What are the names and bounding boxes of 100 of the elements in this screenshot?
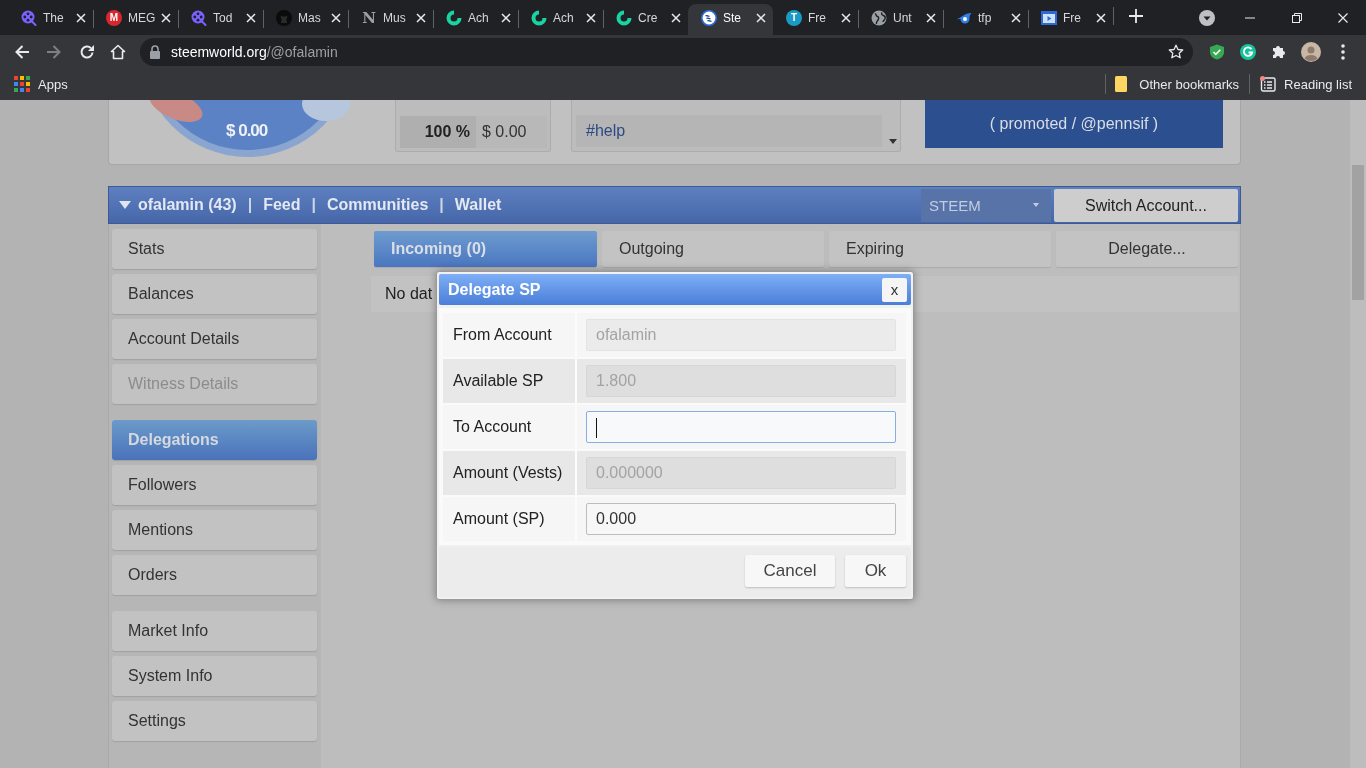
scrollbar-thumb[interactable] — [1352, 165, 1364, 300]
star-icon[interactable] — [1168, 43, 1184, 60]
input-field[interactable]: 0.000 — [586, 503, 896, 535]
cancel-button[interactable]: Cancel — [745, 555, 835, 587]
circle-caret-icon[interactable] — [1199, 9, 1215, 26]
close-icon[interactable] — [161, 12, 172, 23]
back-icon[interactable] — [14, 43, 30, 60]
field-label: To Account — [453, 418, 532, 436]
sidebar-item[interactable]: Balances — [112, 274, 317, 314]
browser-tab[interactable]: The — [8, 4, 93, 35]
close-icon[interactable] — [756, 12, 766, 23]
video-player-icon — [1041, 9, 1057, 26]
caret-down-icon — [1033, 203, 1039, 207]
swirl-logo-icon — [616, 9, 632, 26]
minimize-icon[interactable] — [1245, 16, 1255, 19]
field-label: Amount (Vests) — [453, 464, 563, 482]
field-label: Available SP — [453, 372, 544, 390]
vote-value-text: $ 0.00 — [226, 121, 268, 141]
browser-tab[interactable]: Ste — [688, 4, 773, 35]
caret-down-icon[interactable] — [119, 201, 131, 209]
logo-badge: M — [106, 9, 122, 26]
switch-account-button[interactable]: Switch Account... — [1054, 188, 1238, 222]
sidebar-item[interactable]: Mentions — [112, 510, 317, 550]
nav-separator: | — [247, 196, 253, 214]
browser-tab[interactable]: Tod — [178, 4, 263, 35]
delegation-tab[interactable]: Outgoing — [602, 231, 824, 267]
close-icon[interactable] — [331, 12, 341, 23]
close-icon[interactable] — [926, 12, 936, 23]
reading-list-button[interactable]: Reading list — [1260, 76, 1352, 92]
close-icon[interactable] — [1011, 12, 1021, 23]
close-button[interactable]: x — [882, 277, 907, 302]
close-icon[interactable] — [416, 12, 426, 23]
browser-tab[interactable]: N Mus — [348, 4, 433, 35]
percent-cell: 100 % — [400, 116, 476, 148]
browser-tab[interactable]: Ach — [433, 4, 518, 35]
address-bar[interactable]: steemworld.org/@ofalamin — [140, 37, 1193, 66]
restore-icon[interactable] — [1292, 12, 1302, 23]
grid-icon — [14, 76, 30, 92]
globe-icon — [871, 9, 887, 26]
close-icon[interactable] — [501, 12, 511, 23]
sidebar-item[interactable]: Account Details — [112, 319, 317, 359]
browser-tab[interactable]: Fre — [1028, 4, 1113, 35]
close-icon[interactable] — [586, 12, 596, 23]
logo-badge: T — [786, 9, 802, 26]
dialog-title: Delegate SP — [448, 280, 541, 299]
film-reel-icon — [21, 9, 37, 26]
delegate-button[interactable]: Delegate... — [1056, 231, 1238, 267]
account-link[interactable]: ofalamin (43) — [138, 196, 237, 214]
close-icon[interactable] — [1338, 12, 1348, 23]
close-icon[interactable] — [1096, 12, 1106, 23]
swirl-logo-icon — [446, 9, 462, 26]
browser-tab[interactable]: T Fre — [773, 4, 858, 35]
field-label: From Account — [453, 326, 552, 344]
reading-list-icon — [1260, 76, 1277, 92]
round-logo-icon — [276, 9, 292, 26]
wave-logo-icon — [701, 9, 717, 26]
browser-tab[interactable]: Ach — [518, 4, 603, 35]
sidebar-item[interactable]: Orders — [112, 555, 317, 595]
sidebar-item[interactable]: System Info — [112, 656, 317, 696]
nav-separator: | — [439, 196, 444, 214]
sidebar-item[interactable]: Stats — [112, 229, 317, 269]
amount-cell: $ 0.00 — [476, 116, 547, 148]
reload-icon[interactable] — [79, 43, 95, 60]
no-data-text: No dat — [385, 285, 433, 302]
nav-link[interactable]: Feed — [263, 196, 301, 214]
swirl-logo-icon — [531, 9, 547, 26]
bookmark-folder[interactable]: Other bookmarks — [1115, 76, 1240, 92]
circle-logo-icon[interactable] — [1240, 43, 1256, 60]
close-icon[interactable] — [246, 12, 256, 23]
ok-button[interactable]: Ok — [845, 555, 906, 587]
browser-tab[interactable]: M MEG — [93, 4, 178, 35]
browser-tab[interactable]: Cre — [603, 4, 688, 35]
plus-icon[interactable] — [1129, 9, 1143, 23]
lock-icon — [149, 44, 161, 59]
sidebar-item[interactable]: Market Info — [112, 611, 317, 651]
browser-tab[interactable]: Mas — [263, 4, 348, 35]
close-icon[interactable] — [671, 12, 681, 23]
puzzle-icon[interactable] — [1271, 43, 1287, 60]
input-field[interactable] — [586, 411, 896, 443]
shield-check-icon[interactable] — [1209, 43, 1225, 60]
promo-banner[interactable]: ( promoted / @pennsif ) — [925, 100, 1223, 148]
tag-field[interactable]: #help — [576, 115, 882, 147]
delegation-tab[interactable]: Expiring — [829, 231, 1051, 267]
caret-down-icon[interactable] — [889, 139, 897, 144]
close-icon[interactable] — [76, 12, 86, 23]
nav-separator: | — [311, 196, 316, 214]
field-label: Amount (SP) — [453, 510, 545, 528]
sidebar-item[interactable]: Settings — [112, 701, 317, 741]
logo-letter: N — [361, 9, 377, 26]
browser-tab[interactable]: Unt — [858, 4, 943, 35]
sidebar-item[interactable]: Followers — [112, 465, 317, 505]
nav-link[interactable]: Wallet — [454, 196, 502, 214]
close-icon[interactable] — [841, 12, 851, 23]
menu-icon[interactable] — [1341, 43, 1345, 60]
apps-bookmark[interactable]: Apps — [14, 76, 68, 92]
browser-tab[interactable]: tfp — [943, 4, 1028, 35]
nav-link[interactable]: Communities — [327, 196, 429, 214]
film-reel-icon — [191, 9, 207, 26]
avatar-icon[interactable] — [1301, 41, 1321, 62]
home-icon[interactable] — [110, 43, 126, 60]
